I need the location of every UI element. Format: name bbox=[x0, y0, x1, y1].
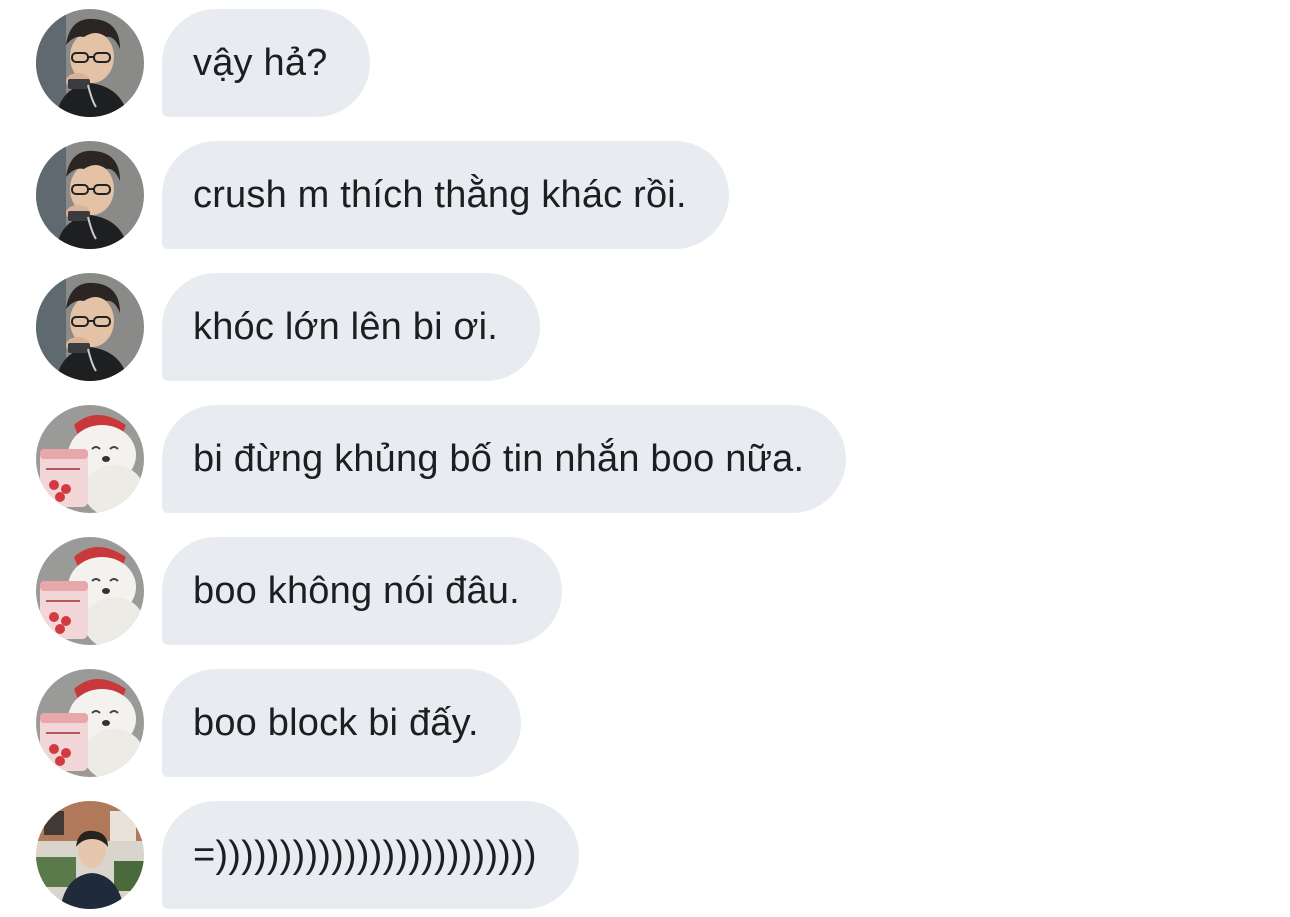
message-row: =))))))))))))))))))))))))) bbox=[36, 801, 579, 909]
message-bubble[interactable]: vậy hả? bbox=[162, 9, 370, 117]
person-with-glasses-avatar-icon[interactable] bbox=[36, 273, 144, 381]
polar-bear-ice-cream-avatar-icon[interactable] bbox=[36, 405, 144, 513]
message-row: khóc lớn lên bi ơi. bbox=[36, 273, 540, 381]
message-row: boo không nói đâu. bbox=[36, 537, 562, 645]
message-bubble[interactable]: boo không nói đâu. bbox=[162, 537, 562, 645]
message-bubble[interactable]: khóc lớn lên bi ơi. bbox=[162, 273, 540, 381]
message-bubble[interactable]: crush m thích thằng khác rồi. bbox=[162, 141, 729, 249]
message-bubble[interactable]: bi đừng khủng bố tin nhắn boo nữa. bbox=[162, 405, 847, 513]
message-bubble[interactable]: boo block bi đấy. bbox=[162, 669, 521, 777]
polar-bear-ice-cream-avatar-icon[interactable] bbox=[36, 669, 144, 777]
message-row: bi đừng khủng bố tin nhắn boo nữa. bbox=[36, 405, 847, 513]
person-with-glasses-avatar-icon[interactable] bbox=[36, 9, 144, 117]
polar-bear-ice-cream-avatar-icon[interactable] bbox=[36, 537, 144, 645]
message-row: boo block bi đấy. bbox=[36, 669, 521, 777]
person-street-avatar-icon[interactable] bbox=[36, 801, 144, 909]
message-row: vậy hả? bbox=[36, 9, 370, 117]
message-bubble[interactable]: =))))))))))))))))))))))))) bbox=[162, 801, 579, 909]
person-with-glasses-avatar-icon[interactable] bbox=[36, 141, 144, 249]
message-row: crush m thích thằng khác rồi. bbox=[36, 141, 729, 249]
message-thread: vậy hả? crush m thích thằng khác rồi. kh… bbox=[0, 0, 1290, 917]
